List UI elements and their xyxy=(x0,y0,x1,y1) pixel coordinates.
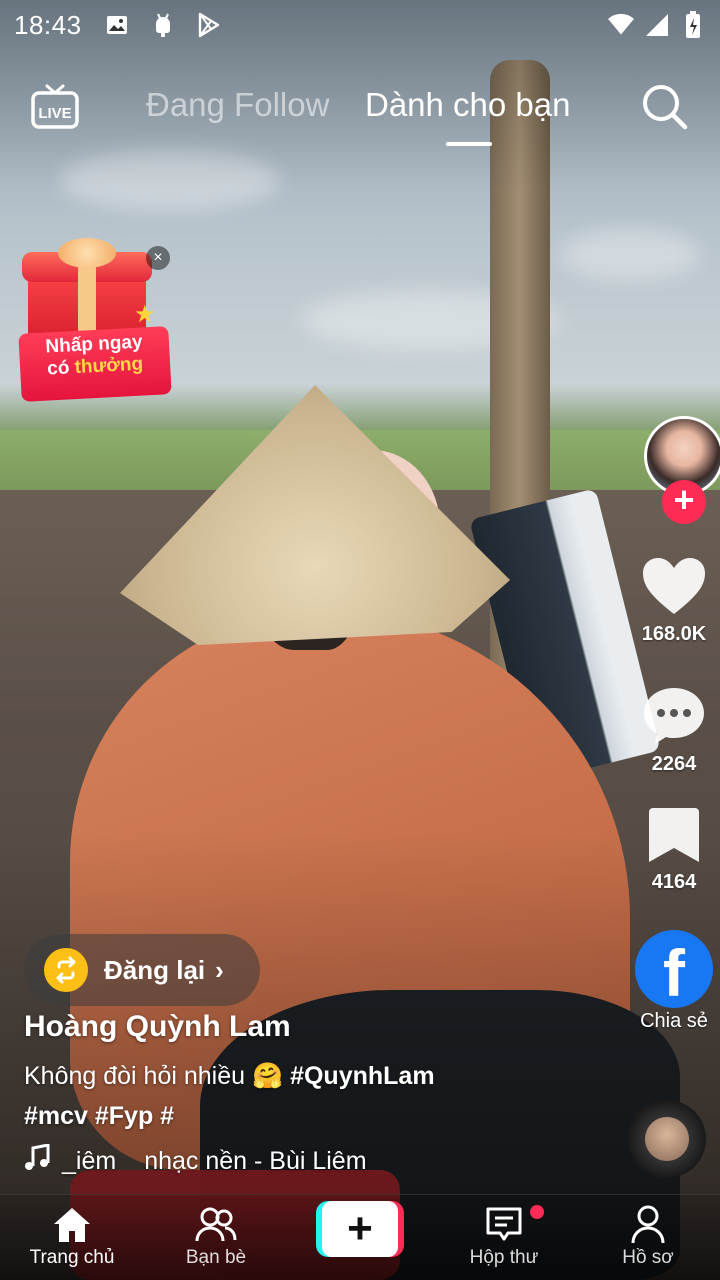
search-icon xyxy=(643,85,688,130)
repost-icon xyxy=(44,948,88,992)
nav-profile-label: Hồ sơ xyxy=(622,1247,674,1268)
tab-for-you[interactable]: Dành cho bạn xyxy=(365,86,571,124)
active-tab-indicator xyxy=(446,142,492,146)
svg-text:LIVE: LIVE xyxy=(38,105,71,122)
sparkle-icon: ★ xyxy=(134,301,156,328)
create-button[interactable]: + xyxy=(316,1201,404,1257)
facebook-icon: f xyxy=(635,930,713,1010)
reward-banner[interactable]: Nhấp ngay có thưởng xyxy=(18,326,172,402)
plus-icon: + xyxy=(322,1201,398,1257)
nav-friends[interactable]: Bạn bè xyxy=(146,1205,286,1269)
nav-profile[interactable]: Hồ sơ xyxy=(578,1205,718,1269)
search-button[interactable] xyxy=(640,82,688,130)
save-count: 4164 xyxy=(651,871,697,893)
android-icon xyxy=(150,12,176,38)
bookmark-icon xyxy=(649,808,699,862)
inbox-icon xyxy=(486,1207,522,1241)
reward-widget[interactable]: ★ Nhấp ngay có thưởng × xyxy=(18,238,172,402)
author-name[interactable]: Hoàng Quỳnh Lam xyxy=(24,1010,291,1044)
comment-icon xyxy=(644,688,704,744)
music-disc[interactable] xyxy=(628,1100,706,1178)
play-store-icon xyxy=(196,12,222,38)
top-navigation: LIVE Đang Follow Dành cho bạn xyxy=(0,72,720,152)
sound-name-part1: _iêm xyxy=(62,1146,117,1175)
sound-cover-icon xyxy=(645,1117,689,1161)
chevron-right-icon: › xyxy=(215,954,224,985)
live-button[interactable]: LIVE xyxy=(30,82,80,132)
comment-count: 2264 xyxy=(651,753,697,775)
hugging-emoji: 🤗 xyxy=(251,1062,284,1090)
image-icon xyxy=(104,12,130,38)
status-time: 18:43 xyxy=(14,9,82,40)
music-note-icon xyxy=(24,1144,50,1178)
nav-inbox-label: Hộp thư xyxy=(469,1247,539,1268)
nav-home-label: Trang chủ xyxy=(29,1247,115,1268)
sound-name-part2: nhạc nền - Bùi Liêm xyxy=(144,1146,367,1175)
caption-line2[interactable]: #mcv #Fyp # xyxy=(24,1102,174,1131)
follow-plus-button[interactable]: + xyxy=(662,480,706,524)
repost-label: Đăng lại xyxy=(104,954,206,985)
like-button[interactable]: 168.0K xyxy=(614,556,720,646)
caption-line1: Không đòi hỏi nhiều 🤗 #QuynhLam xyxy=(24,1062,435,1090)
live-tv-icon: LIVE xyxy=(31,84,79,129)
tab-following[interactable]: Đang Follow xyxy=(146,86,329,124)
bottom-navigation: Trang chủ Bạn bè + Hộp thư Hồ sơ xyxy=(0,1194,720,1280)
signal-icon xyxy=(644,12,670,38)
save-button[interactable]: 4164 xyxy=(614,806,720,894)
heart-icon xyxy=(643,558,705,614)
nav-friends-label: Bạn bè xyxy=(185,1247,247,1268)
repost-button[interactable]: Đăng lại › xyxy=(24,934,260,1006)
hashtag-link[interactable]: #QuynhLam xyxy=(290,1062,434,1090)
nav-home[interactable]: Trang chủ xyxy=(2,1205,142,1269)
wifi-icon xyxy=(608,12,634,38)
status-bar: 18:43 xyxy=(0,0,720,50)
share-button[interactable]: f Chia sẻ xyxy=(614,930,720,1033)
sound-row[interactable]: _iêm nhạc nền - Bùi Liêm xyxy=(24,1144,404,1178)
nav-inbox[interactable]: Hộp thư xyxy=(434,1205,574,1269)
share-label: Chia sẻ xyxy=(640,1010,708,1032)
author-avatar-group[interactable]: + xyxy=(644,416,720,526)
notification-dot xyxy=(530,1205,544,1219)
friends-icon xyxy=(195,1207,237,1242)
profile-icon xyxy=(631,1205,665,1244)
battery-icon xyxy=(680,11,706,38)
home-icon xyxy=(54,1208,90,1242)
close-icon[interactable]: × xyxy=(146,246,170,270)
comment-button[interactable]: 2264 xyxy=(614,684,720,776)
like-count: 168.0K xyxy=(641,623,707,645)
